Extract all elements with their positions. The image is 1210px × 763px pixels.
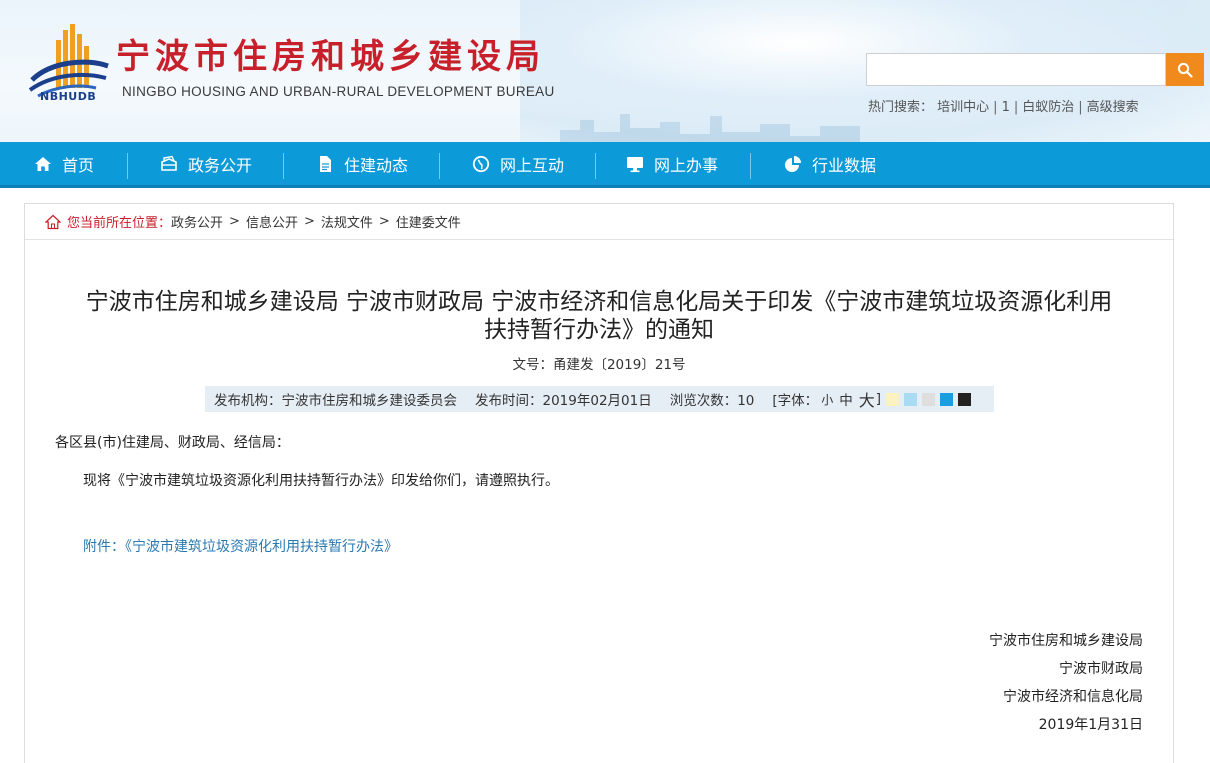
open-box-icon bbox=[161, 155, 177, 171]
breadcrumb-separator: > bbox=[229, 214, 240, 229]
document-icon bbox=[320, 155, 331, 172]
nav-item-interaction[interactable]: 网上互动 bbox=[472, 142, 564, 185]
nav-label: 网上互动 bbox=[500, 155, 565, 175]
hot-search-link[interactable]: 1 bbox=[1002, 100, 1010, 115]
nav-divider bbox=[127, 153, 128, 179]
hot-search: 热门搜索： 培训中心 | 1 | 白蚁防治 | 高级搜索 bbox=[868, 100, 1139, 115]
document-number: 文号：甬建发〔2019〕21号 bbox=[512, 357, 686, 373]
font-size-medium[interactable]: 中 bbox=[839, 389, 853, 409]
signature-org: 宁波市财政局 bbox=[1059, 661, 1143, 677]
nav-item-gov-affairs[interactable]: 政务公开 bbox=[160, 142, 252, 185]
pie-chart-icon bbox=[785, 155, 801, 172]
article-title: 宁波市住房和城乡建设局 宁波市财政局 宁波市经济和信息化局关于印发《宁波市建筑垃… bbox=[25, 288, 1173, 344]
font-size-small[interactable]: 小 bbox=[821, 391, 833, 408]
breadcrumb-link[interactable]: 政务公开 bbox=[171, 212, 223, 231]
nav-item-home[interactable]: 首页 bbox=[34, 142, 94, 185]
font-size-label: [字体： bbox=[772, 393, 819, 409]
nav-label: 住建动态 bbox=[344, 155, 409, 175]
article-body: 现将《宁波市建筑垃圾资源化利用扶持暂行办法》印发给你们，请遵照执行。 bbox=[83, 473, 559, 489]
home-outline-icon bbox=[45, 214, 61, 229]
article-addressee: 各区县(市)住建局、财政局、经信局： bbox=[55, 435, 290, 451]
nav-item-news[interactable]: 住建动态 bbox=[316, 142, 408, 185]
nav-label: 行业数据 bbox=[812, 155, 877, 175]
signature-org: 宁波市经济和信息化局 bbox=[1003, 689, 1143, 705]
hot-search-link[interactable]: 白蚁防治 bbox=[1022, 100, 1074, 115]
site-title-cn: 宁波市住房和城乡建设局 bbox=[116, 37, 545, 77]
search-input[interactable] bbox=[866, 53, 1166, 86]
site-title-en: NINGBO HOUSING AND URBAN-RURAL DEVELOPME… bbox=[122, 84, 555, 99]
bg-color-swatch[interactable] bbox=[922, 392, 935, 406]
nav-label: 政务公开 bbox=[188, 155, 253, 175]
nav-divider bbox=[750, 153, 751, 179]
nav-label: 网上办事 bbox=[654, 155, 719, 175]
publish-time: 发布时间：2019年02月01日 bbox=[475, 393, 652, 409]
site-header: NBHUDB 宁波市住房和城乡建设局 NINGBO HOUSING AND UR… bbox=[0, 0, 1210, 142]
globe-icon bbox=[472, 155, 490, 172]
skyline-decoration bbox=[560, 114, 860, 142]
bg-color-swatch[interactable] bbox=[958, 392, 971, 406]
content-panel: 您当前所在位置： 政务公开 > 信息公开 > 法规文件 > 住建委文件 宁波市住… bbox=[24, 203, 1174, 763]
main-nav: 首页 政务公开 住建动态 网上互动 网上办事 行业数据 bbox=[0, 142, 1210, 188]
breadcrumb-link[interactable]: 住建委文件 bbox=[396, 212, 461, 231]
bg-color-swatch[interactable] bbox=[940, 392, 953, 406]
nav-divider bbox=[283, 153, 284, 179]
logo-abbreviation: NBHUDB bbox=[40, 90, 97, 103]
article-meta-bar: 发布机构：宁波市住房和城乡建设委员会 发布时间：2019年02月01日 浏览次数… bbox=[205, 386, 994, 412]
attachment-link[interactable]: 附件：《宁波市建筑垃圾资源化利用扶持暂行办法》 bbox=[83, 536, 398, 556]
search-icon bbox=[1177, 62, 1193, 78]
breadcrumb: 您当前所在位置： 政务公开 > 信息公开 > 法规文件 > 住建委文件 bbox=[25, 204, 1173, 240]
bg-color-swatch[interactable] bbox=[886, 392, 899, 406]
nav-label: 首页 bbox=[62, 155, 95, 175]
breadcrumb-link[interactable]: 信息公开 bbox=[246, 212, 298, 231]
font-size-bracket: ] bbox=[875, 391, 881, 407]
hot-search-link[interactable]: 培训中心 bbox=[937, 100, 989, 115]
breadcrumb-separator: > bbox=[378, 214, 390, 229]
nav-divider bbox=[439, 153, 440, 179]
font-size-large[interactable]: 大 bbox=[859, 387, 875, 411]
monitor-icon bbox=[627, 156, 643, 172]
breadcrumb-separator: > bbox=[303, 214, 315, 229]
signature-org: 宁波市住房和城乡建设局 bbox=[989, 633, 1143, 649]
search-button[interactable] bbox=[1166, 53, 1204, 86]
signature-date: 2019年1月31日 bbox=[1038, 717, 1143, 733]
view-count: 浏览次数：10 bbox=[669, 393, 755, 409]
advanced-search-link[interactable]: 高级搜索 bbox=[1087, 100, 1139, 115]
hot-search-label: 热门搜索： bbox=[868, 100, 934, 115]
breadcrumb-link[interactable]: 法规文件 bbox=[321, 212, 373, 231]
nav-item-online-service[interactable]: 网上办事 bbox=[626, 142, 718, 185]
bg-color-swatch[interactable] bbox=[904, 392, 917, 406]
article-title-line: 扶持暂行办法》的通知 bbox=[484, 317, 714, 343]
nav-divider bbox=[595, 153, 596, 179]
publisher: 发布机构：宁波市住房和城乡建设委员会 bbox=[214, 393, 457, 409]
article-title-line: 宁波市住房和城乡建设局 宁波市财政局 宁波市经济和信息化局关于印发《宁波市建筑垃… bbox=[85, 289, 1113, 315]
nav-item-industry-data[interactable]: 行业数据 bbox=[784, 142, 876, 185]
breadcrumb-label: 您当前所在位置： bbox=[67, 216, 172, 231]
home-icon bbox=[35, 156, 51, 171]
